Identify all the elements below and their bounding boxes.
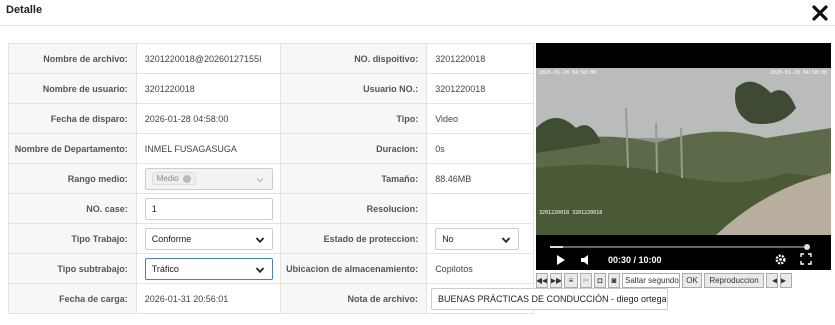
device-no-value: 3201220018 [427, 44, 534, 73]
table-row: Nombre de Departamento: INMEL FUSAGASUGA… [9, 134, 534, 164]
rewind-icon[interactable]: ◀◀ [536, 273, 548, 288]
table-row: NO. case: 1 Resolucion: [9, 194, 534, 224]
work-type-select[interactable]: Conforme [144, 227, 273, 250]
range-value: Medio [156, 174, 179, 183]
work-subtype-select[interactable]: Tráfico [144, 257, 273, 280]
cut-icon[interactable]: ✂ [580, 273, 592, 288]
work-type-label: Tipo Trabajo: [9, 224, 137, 253]
storage-value: Copilotos [427, 254, 534, 283]
volume-icon[interactable] [580, 254, 592, 266]
next-icon[interactable]: ▶▕ [780, 273, 792, 288]
table-row: Nombre de archivo: 3201220018@2026012715… [9, 44, 534, 74]
trigger-date-value: 2026-01-28 04:58:00 [137, 104, 282, 133]
case-no-input[interactable]: 1 [144, 197, 273, 220]
chevron-down-icon [255, 236, 264, 243]
file-note-label: Nota de archivo: [281, 284, 428, 313]
ok-button[interactable]: OK [682, 273, 702, 288]
range-select: Medio [144, 167, 273, 190]
size-label: Tamaño: [281, 164, 428, 193]
pill-remove-icon [182, 174, 191, 183]
range-pill: Medio [151, 172, 196, 185]
video-player[interactable]: 2026-01-28 04:58:00 2026-01-28 04:58:00 … [536, 43, 831, 270]
capture-icon[interactable]: ◘ [594, 273, 606, 288]
close-icon[interactable] [811, 4, 829, 22]
trigger-date-label: Fecha de disparo: [9, 104, 137, 133]
work-subtype-label: Tipo subtrabajo: [9, 254, 137, 283]
upload-date-value: 2026-01-31 20:56:01 [137, 284, 282, 313]
user-name-label: Nombre de usuario: [9, 74, 137, 103]
time-display: 00:30 / 10:00 [608, 255, 662, 265]
player-toolbar: ◀◀ ▶▶ ≡ ✂ ◘ ◙ Saltar segundos OK Reprodu… [536, 273, 831, 288]
chevron-down-icon [256, 177, 264, 182]
skip-seconds-input[interactable]: Saltar segundos [622, 273, 680, 288]
user-no-label: Usuario NO.: [281, 74, 428, 103]
chevron-down-icon [502, 236, 511, 243]
file-name-label: Nombre de archivo: [9, 44, 137, 73]
volume-handle[interactable] [804, 244, 810, 250]
duration-value: 0s [427, 134, 534, 163]
case-no-label: NO. case: [9, 194, 137, 223]
table-row: Fecha de carga: 2026-01-31 20:56:01 Nota… [9, 284, 668, 314]
osd-top-right: 2026-01-28 04:58:00 [769, 70, 827, 76]
protection-cell: No [427, 224, 534, 253]
table-row: Tipo subtrabajo: Tráfico Ubicacion de al… [9, 254, 534, 284]
case-no-cell: 1 [137, 194, 282, 223]
storage-label: Ubicacion de almacenamiento: [281, 254, 428, 283]
protection-select[interactable]: No [435, 227, 520, 250]
list-icon[interactable]: ≡ [564, 273, 578, 288]
fast-forward-icon[interactable]: ▶▶ [550, 273, 562, 288]
osd-bottom: 3201220018 3201220018 [539, 210, 603, 216]
protection-value: No [442, 233, 454, 244]
table-row: Tipo Trabajo: Conforme Estado de protecc… [9, 224, 534, 254]
work-subtype-value: Tráfico [151, 263, 179, 274]
range-label: Rango medio: [9, 164, 137, 193]
table-row: Rango medio: Medio Tamaño: 88.46MB [9, 164, 534, 194]
progress-fill [550, 246, 563, 248]
prev-icon[interactable]: ▏◀ [766, 273, 778, 288]
work-type-value: Conforme [151, 233, 192, 244]
department-label: Nombre de Departamento: [9, 134, 137, 163]
user-name-value: 3201220018 [137, 74, 282, 103]
fullscreen-icon[interactable] [800, 253, 812, 265]
dialog-title: Detalle [6, 4, 43, 16]
department-value: INMEL FUSAGASUGA [137, 134, 282, 163]
play-icon[interactable] [556, 254, 566, 266]
duration-label: Duracion: [281, 134, 428, 163]
osd-top-left: 2026-01-28 04:58:00 [539, 70, 597, 76]
progress-bar[interactable] [550, 246, 808, 248]
work-subtype-cell: Tráfico [137, 254, 282, 283]
device-no-label: NO. dispoitivo: [281, 44, 428, 73]
gear-icon[interactable] [774, 253, 787, 266]
work-type-cell: Conforme [137, 224, 282, 253]
file-name-value: 3201220018@20260127155I [137, 44, 282, 73]
type-label: Tipo: [281, 104, 428, 133]
protection-label: Estado de proteccion: [281, 224, 428, 253]
frame-icon[interactable]: ◙ [608, 273, 620, 288]
upload-date-label: Fecha de carga: [9, 284, 137, 313]
skip-seconds-text: Saltar segundos [625, 276, 680, 285]
table-row: Nombre de usuario: 3201220018 Usuario NO… [9, 74, 534, 104]
type-value: Video [427, 104, 534, 133]
file-note-cell: BUENAS PRÁCTICAS DE CONDUCCIÓN - diego o… [427, 284, 668, 313]
resolution-value [427, 194, 534, 223]
resolution-label: Resolucion: [281, 194, 428, 223]
table-row: Fecha de disparo: 2026-01-28 04:58:00 Ti… [9, 104, 534, 134]
file-note-input[interactable]: BUENAS PRÁCTICAS DE CONDUCCIÓN - diego o… [431, 287, 668, 310]
detail-table: Nombre de archivo: 3201220018@2026012715… [8, 43, 668, 314]
playback-button[interactable]: Reproduccion [704, 273, 764, 288]
user-no-value: 3201220018 [427, 74, 534, 103]
dialog-header: Detalle [0, 0, 835, 26]
size-value: 88.46MB [427, 164, 534, 193]
chevron-down-icon [255, 266, 264, 273]
range-cell: Medio [137, 164, 282, 193]
